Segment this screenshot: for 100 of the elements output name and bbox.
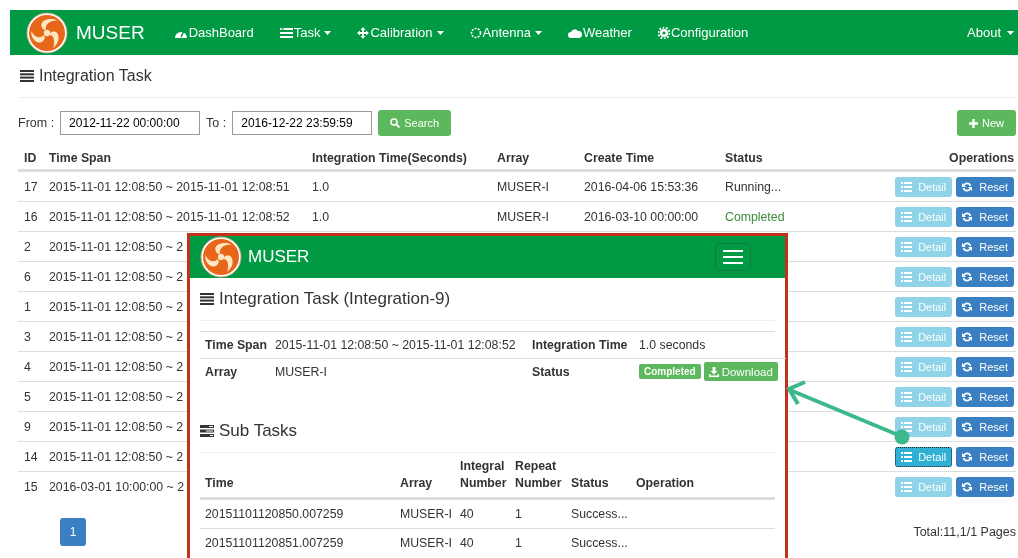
table-cell: 20151101120850.007259 bbox=[205, 507, 344, 521]
table-cell: 2015-11-01 12:08:50 ~ 2 bbox=[49, 389, 184, 404]
table-cell: 2015-11-01 12:08:50 ~ 2 bbox=[49, 299, 184, 314]
list-icon bbox=[901, 361, 913, 372]
search-icon bbox=[390, 118, 401, 128]
table-cell: MUSER-I bbox=[400, 507, 452, 521]
table-cell: 1 bbox=[24, 299, 31, 314]
column-header: ID bbox=[24, 150, 37, 165]
column-header: Array bbox=[400, 475, 433, 492]
reset-button[interactable]: Reset bbox=[956, 356, 1014, 377]
reset-button[interactable]: Reset bbox=[956, 326, 1014, 347]
move-icon bbox=[357, 26, 370, 39]
download-button[interactable]: Download bbox=[703, 362, 778, 381]
list-icon bbox=[901, 271, 913, 282]
refresh-icon bbox=[962, 451, 973, 462]
page-button[interactable]: 1 bbox=[60, 518, 86, 546]
detail-button[interactable]: Detail bbox=[895, 446, 953, 467]
brand-name[interactable]: MUSER bbox=[248, 247, 310, 267]
table-cell: 2015-11-01 12:08:50 ~ 2 bbox=[49, 449, 184, 464]
table-cell: 3 bbox=[24, 329, 31, 344]
reset-button[interactable]: Reset bbox=[956, 446, 1014, 467]
refresh-icon bbox=[962, 211, 973, 222]
reset-button[interactable]: Reset bbox=[956, 266, 1014, 287]
new-button[interactable]: New bbox=[957, 110, 1016, 136]
menu-icon bbox=[723, 250, 743, 264]
refresh-icon bbox=[962, 391, 973, 402]
page-total: Total:11,1/1 Pages bbox=[913, 525, 1016, 539]
search-button[interactable]: Search bbox=[378, 110, 452, 136]
column-header: Integration Time(Seconds) bbox=[312, 150, 467, 165]
refresh-icon bbox=[962, 271, 973, 282]
table-cell: 9 bbox=[24, 419, 31, 434]
status-text: Completed bbox=[725, 209, 785, 224]
table-cell: 2015-11-01 12:08:50 ~ 2 bbox=[49, 239, 184, 254]
list-icon bbox=[901, 301, 913, 312]
logo-icon bbox=[200, 236, 242, 278]
column-header: Time Span bbox=[49, 150, 111, 165]
list-icon bbox=[200, 293, 214, 305]
column-header: Array bbox=[497, 150, 530, 165]
reset-button[interactable]: Reset bbox=[956, 236, 1014, 257]
list-icon bbox=[901, 481, 913, 492]
caret-icon bbox=[324, 30, 332, 35]
menu-button[interactable] bbox=[715, 243, 751, 271]
refresh-icon bbox=[962, 301, 973, 312]
nav-link[interactable]: Antenna bbox=[456, 10, 555, 55]
download-icon bbox=[708, 366, 719, 377]
tasks-icon bbox=[200, 425, 214, 437]
reset-button[interactable]: Reset bbox=[956, 416, 1014, 437]
list-icon bbox=[901, 211, 913, 222]
column-header: Integral Number bbox=[460, 458, 507, 492]
table-cell: 1.0 bbox=[312, 179, 330, 194]
list-icon bbox=[901, 421, 913, 432]
nav-link[interactable]: Configuration bbox=[644, 10, 762, 55]
nav-link[interactable]: Weather bbox=[555, 10, 645, 55]
section-title: Sub Tasks bbox=[219, 421, 298, 441]
table-cell: 2015-11-01 12:08:50 ~ 2 bbox=[49, 419, 184, 434]
field-label: Array bbox=[205, 364, 238, 379]
table-cell: 2016-04-06 15:53:36 bbox=[584, 179, 699, 194]
date-field[interactable]: 2016-12-22 23:59:59 bbox=[232, 111, 373, 135]
page-title: Integration Task bbox=[39, 67, 152, 85]
nav-link[interactable]: Calibration bbox=[344, 10, 457, 55]
table-cell: MUSER-I bbox=[400, 536, 452, 550]
table-cell: 1.0 bbox=[312, 209, 330, 224]
reset-button[interactable]: Reset bbox=[956, 386, 1014, 407]
table-cell: 40 bbox=[460, 507, 474, 521]
table-cell: 20151101120851.007259 bbox=[205, 536, 344, 550]
reset-button[interactable]: Reset bbox=[956, 476, 1014, 497]
column-header: Status bbox=[571, 475, 609, 492]
date-field[interactable]: 2012-11-22 00:00:00 bbox=[60, 111, 201, 135]
refresh-icon bbox=[962, 331, 973, 342]
table-cell: 16 bbox=[24, 209, 38, 224]
field-label: Integration Time bbox=[532, 338, 628, 352]
list-icon bbox=[901, 331, 913, 342]
refresh-icon bbox=[962, 481, 973, 492]
field-value: 1.0 seconds bbox=[639, 338, 706, 352]
table-cell: 2016-03-10 00:00:00 bbox=[584, 209, 699, 224]
table-cell: 5 bbox=[24, 389, 31, 404]
reset-button[interactable]: Reset bbox=[956, 206, 1014, 227]
table-cell: 2015-11-01 12:08:50 ~ 2015-11-01 12:08:51 bbox=[49, 179, 290, 194]
list-icon bbox=[279, 27, 293, 38]
nav-link[interactable]: DashBoard bbox=[160, 10, 267, 55]
reset-button[interactable]: Reset bbox=[956, 296, 1014, 317]
table-cell: MUSER-I bbox=[497, 209, 549, 224]
gear-icon bbox=[657, 26, 670, 39]
field-label: Time Span bbox=[205, 338, 267, 352]
list-icon bbox=[901, 391, 913, 402]
table-cell: 6 bbox=[24, 269, 31, 284]
caret-icon bbox=[535, 30, 542, 35]
column-header: Status bbox=[725, 150, 763, 165]
status-text: Running... bbox=[725, 179, 782, 194]
column-header: Time bbox=[205, 475, 234, 492]
brand-name[interactable]: MUSER bbox=[76, 21, 145, 44]
nav-link[interactable]: Task bbox=[266, 10, 345, 55]
to-label: To : bbox=[206, 116, 227, 130]
nav-link[interactable]: About bbox=[954, 10, 1018, 55]
column-header: Operations bbox=[949, 150, 1014, 165]
table-cell: 2015-11-01 12:08:50 ~ 2015-11-01 12:08:52 bbox=[49, 209, 290, 224]
table-cell: MUSER-I bbox=[497, 179, 549, 194]
reset-button[interactable]: Reset bbox=[956, 176, 1014, 197]
cloud-icon bbox=[568, 27, 582, 38]
table-cell: 40 bbox=[460, 536, 474, 550]
